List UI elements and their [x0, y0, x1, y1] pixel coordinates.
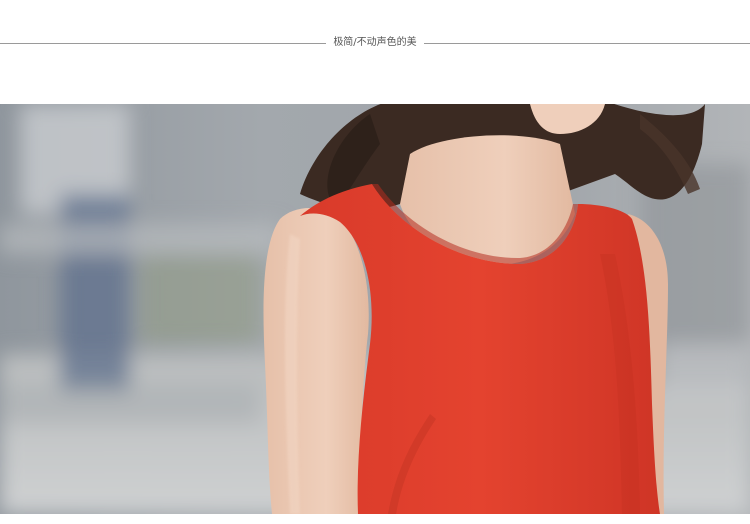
section-caption: 极简/不动声色的美 — [333, 37, 417, 48]
divider-left — [0, 43, 326, 44]
product-detail-section: 极简/不动声色的美 — [0, 0, 750, 524]
product-photo — [0, 104, 750, 514]
divider-right — [424, 43, 750, 44]
left-arm — [263, 207, 369, 514]
section-header: 极简/不动声色的美 — [0, 0, 750, 104]
